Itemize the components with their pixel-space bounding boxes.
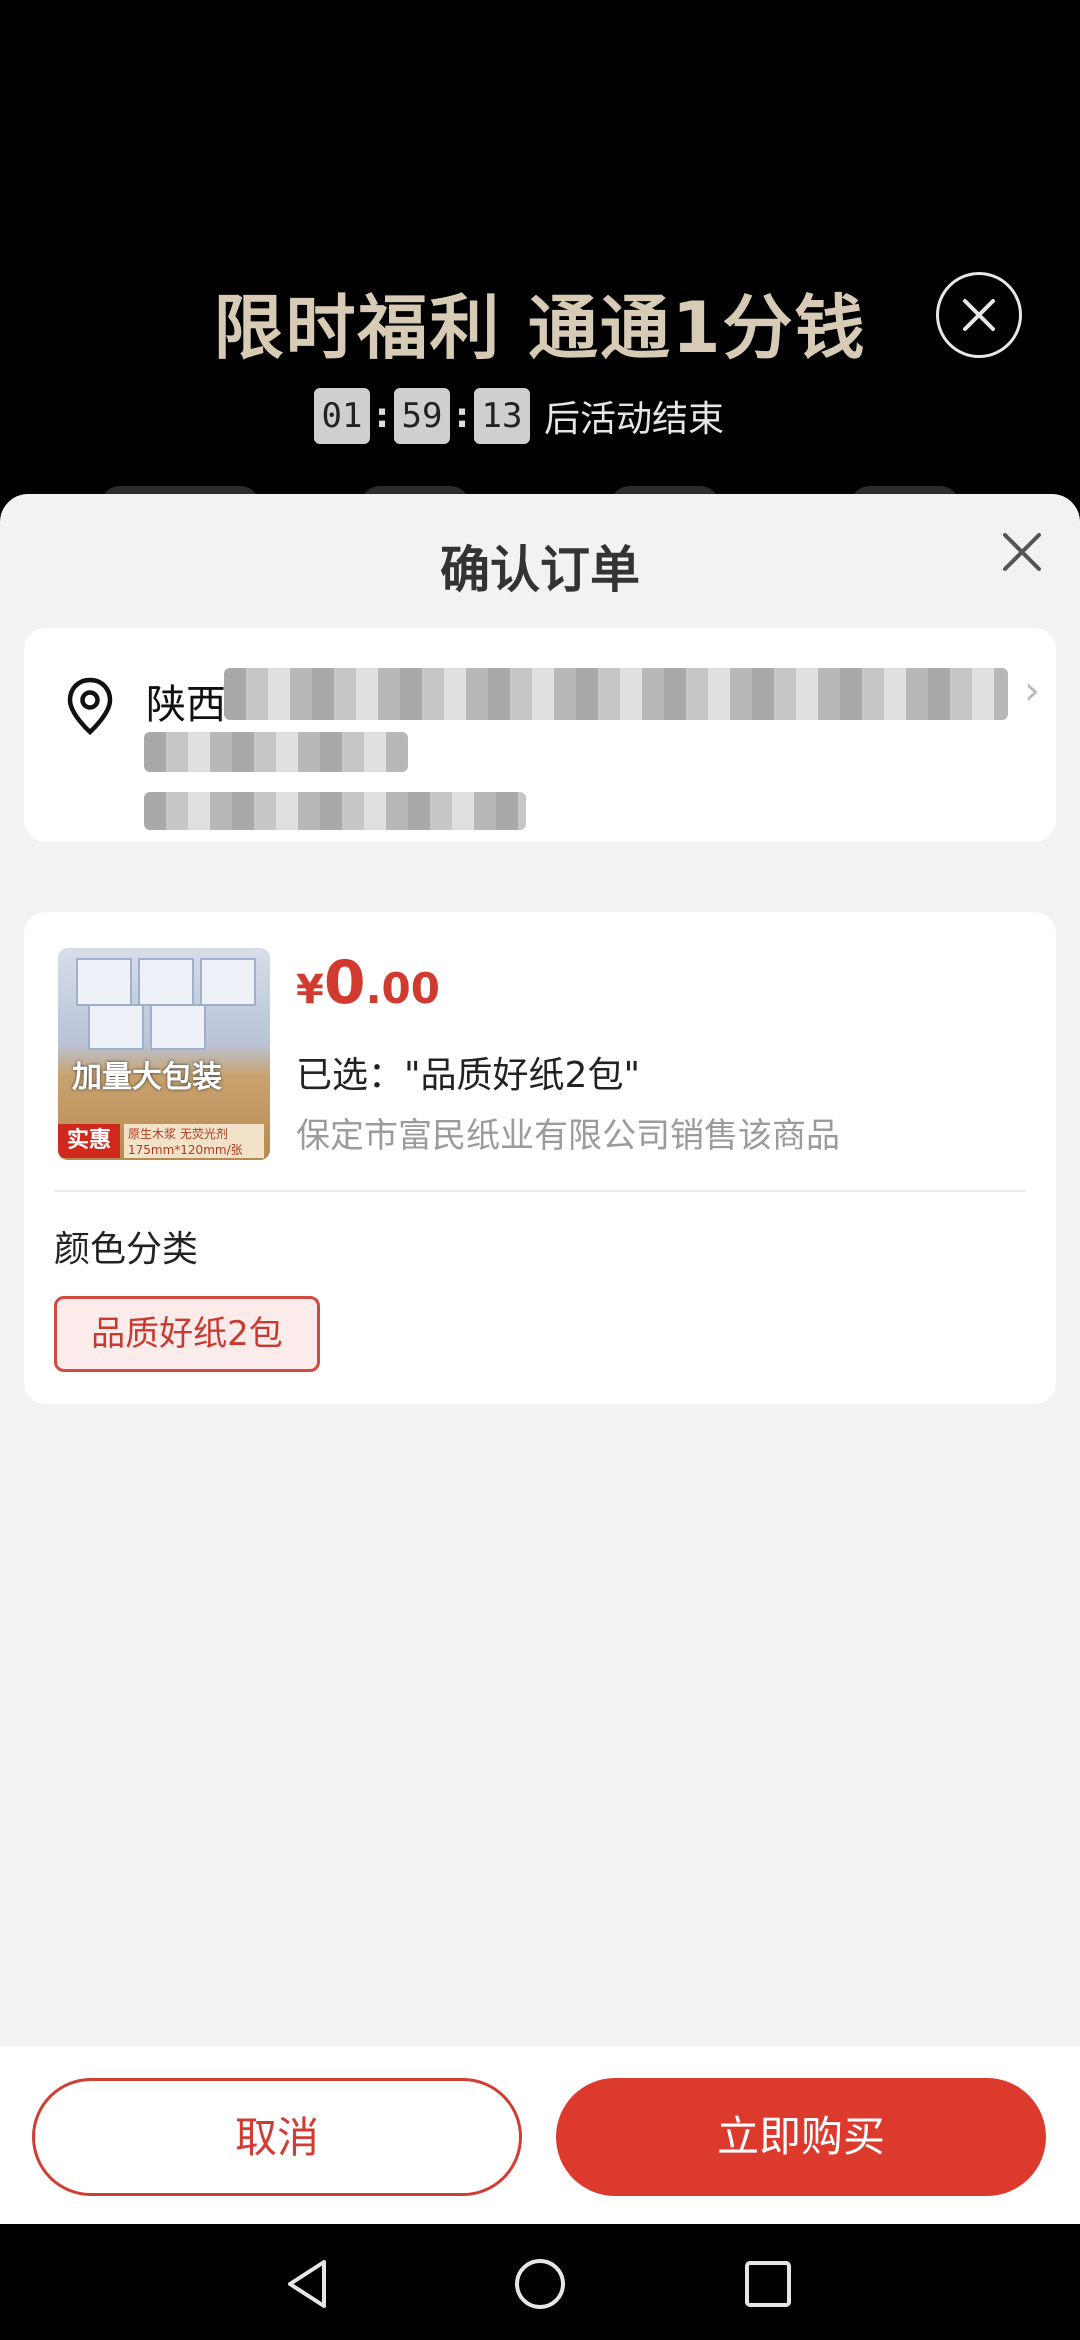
countdown-suffix: 后活动结束 bbox=[544, 399, 725, 440]
countdown-minutes: 59 bbox=[394, 388, 450, 444]
product-card: 加量大包装 实惠 原生木浆 无荧光剂 175mm*120mm/张 ¥0.00 已… bbox=[24, 912, 1056, 1404]
price-currency: ¥ bbox=[296, 967, 324, 1013]
divider bbox=[54, 1190, 1026, 1192]
category-label: 颜色分类 bbox=[54, 1229, 199, 1270]
product-image: 加量大包装 实惠 原生木浆 无荧光剂 175mm*120mm/张 bbox=[58, 948, 270, 1160]
countdown-timer: 01 : 59 : 13 后活动结束 bbox=[314, 388, 724, 444]
buy-now-button[interactable]: 立即购买 bbox=[556, 2078, 1046, 2196]
system-nav-bar bbox=[0, 2224, 1080, 2340]
category-option-selected[interactable]: 品质好纸2包 bbox=[54, 1296, 320, 1372]
seller-text: 保定市富民纸业有限公司销售该商品 bbox=[296, 1116, 840, 1156]
home-circle-icon[interactable] bbox=[510, 2254, 570, 2314]
price-decimal: .00 bbox=[365, 964, 440, 1013]
contact-redacted bbox=[144, 792, 526, 830]
price-integer: 0 bbox=[323, 948, 366, 1018]
chevron-right-icon: › bbox=[1024, 668, 1040, 714]
confirm-order-sheet: 确认订单 陕西 › 加量大包装 实惠 原生木浆 无荧光剂 175mm*120mm… bbox=[0, 494, 1080, 2046]
address-redacted bbox=[224, 668, 1008, 720]
location-pin-icon bbox=[67, 677, 113, 736]
countdown-hours: 01 bbox=[314, 388, 370, 444]
product-image-badge: 实惠 bbox=[58, 1124, 120, 1158]
countdown-separator: : bbox=[375, 396, 389, 436]
product-image-text: 加量大包装 bbox=[72, 1060, 222, 1095]
promo-overlay: 限时福利 通通1分钱 01 : 59 : 13 后活动结束 bbox=[0, 0, 1080, 526]
selected-option-text: 已选："品质好纸2包" bbox=[296, 1055, 641, 1096]
address-redacted bbox=[144, 732, 408, 772]
back-triangle-icon[interactable] bbox=[280, 2254, 340, 2314]
address-text: 陕西 bbox=[146, 682, 226, 728]
sheet-title: 确认订单 bbox=[440, 541, 640, 599]
address-card[interactable]: 陕西 › bbox=[24, 628, 1056, 842]
product-image-desc: 原生木浆 无荧光剂 175mm*120mm/张 bbox=[124, 1124, 264, 1158]
close-icon bbox=[963, 299, 995, 331]
action-bar: 取消 立即购买 bbox=[0, 2046, 1080, 2224]
recents-square-icon[interactable] bbox=[738, 2254, 798, 2314]
cancel-button[interactable]: 取消 bbox=[32, 2078, 522, 2196]
sheet-close-button[interactable] bbox=[1000, 530, 1044, 574]
promo-title: 限时福利 通通1分钱 bbox=[213, 287, 867, 369]
close-icon bbox=[1003, 533, 1041, 571]
promo-close-button[interactable] bbox=[936, 272, 1022, 358]
countdown-separator: : bbox=[455, 396, 469, 436]
countdown-seconds: 13 bbox=[474, 388, 530, 444]
price: ¥0.00 bbox=[296, 948, 440, 1018]
